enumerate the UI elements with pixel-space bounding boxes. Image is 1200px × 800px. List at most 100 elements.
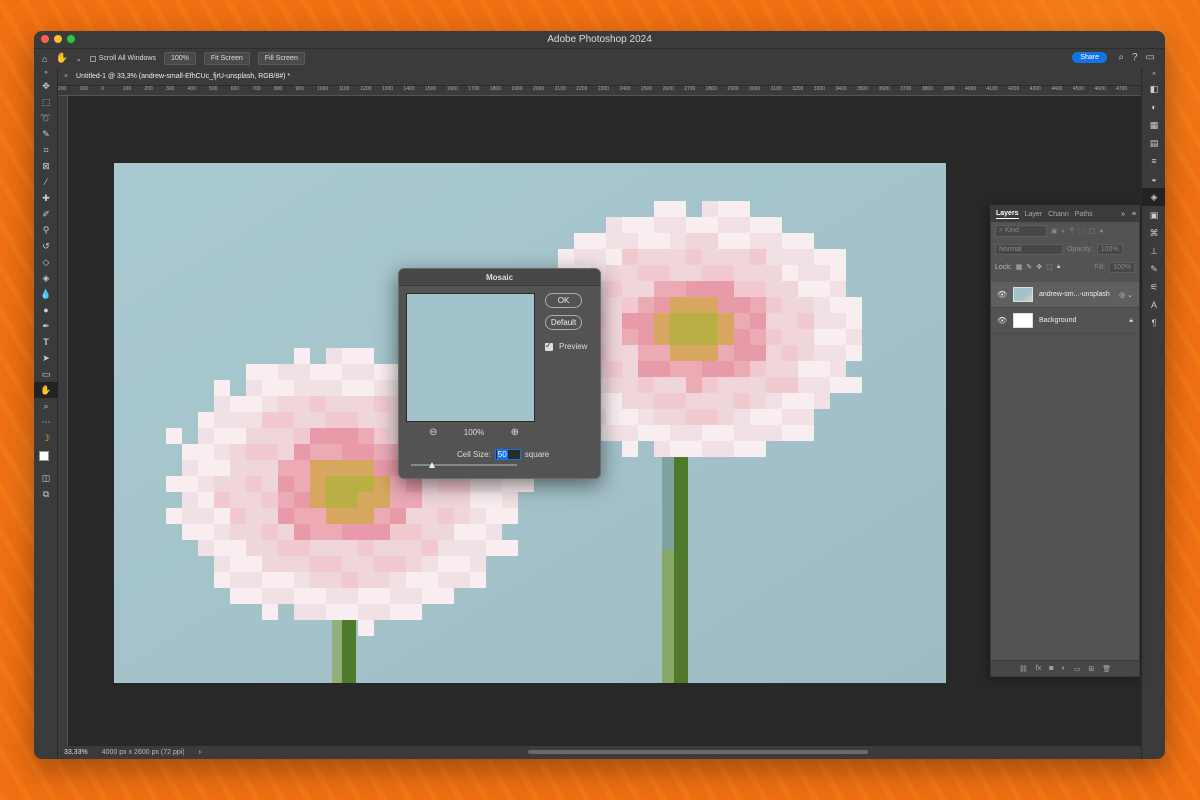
search-icon[interactable]: ⌕: [1118, 52, 1124, 63]
tab-paths[interactable]: Paths: [1075, 211, 1093, 218]
filter-shape-icon[interactable]: ⬚: [1078, 227, 1085, 235]
close-tab-icon[interactable]: ×: [64, 73, 68, 80]
crop-tool-icon[interactable]: ⌗: [34, 142, 58, 158]
screen-mode-icon[interactable]: ⧉: [34, 486, 58, 502]
color-panel-icon[interactable]: ◐: [1142, 98, 1165, 116]
layer-item[interactable]: 👁︎ Background 🔒︎: [991, 308, 1139, 334]
zoom-tool-icon[interactable]: ⌕: [34, 398, 58, 414]
generative-icon[interactable]: ☽: [34, 430, 58, 446]
color-swatches-icon[interactable]: [34, 446, 58, 470]
blur-tool-icon[interactable]: 💧: [34, 286, 58, 302]
swatches-icon[interactable]: ▦: [1142, 116, 1165, 134]
brushes-icon[interactable]: ✎: [1142, 260, 1165, 278]
link-layers-icon[interactable]: ⛓: [1019, 665, 1028, 673]
workspace-icon[interactable]: ▭: [1146, 52, 1155, 63]
eraser-tool-icon[interactable]: ◇: [34, 254, 58, 270]
fit-screen-button[interactable]: Fit Screen: [203, 52, 250, 65]
eyedropper-tool-icon[interactable]: ⁄: [34, 174, 58, 190]
filter-smart-icon[interactable]: ▢: [1089, 227, 1096, 235]
tab-layer-comps[interactable]: Layer: [1025, 211, 1043, 218]
transform-icon[interactable]: ⟂: [1142, 242, 1165, 260]
scroll-all-windows-checkbox[interactable]: Scroll All Windows: [89, 55, 156, 62]
kind-filter[interactable]: ⌕ Kind: [995, 225, 1047, 237]
document-tab[interactable]: × Untitled-1 @ 33,3% (andrew-small-EfhCU…: [58, 68, 1141, 86]
hand-tool-icon[interactable]: ✋: [55, 53, 67, 64]
frame-tool-icon[interactable]: ⊠: [34, 158, 58, 174]
layers-panel-icon[interactable]: ◈: [1142, 188, 1165, 206]
visibility-eye-icon[interactable]: 👁︎: [997, 290, 1007, 299]
paths-icon[interactable]: ⌘: [1142, 224, 1165, 242]
brush-tool-icon[interactable]: ✐: [34, 206, 58, 222]
zoom-level[interactable]: 33,33%: [64, 749, 88, 756]
paint-bucket-tool-icon[interactable]: ◈: [34, 270, 58, 286]
channels-icon[interactable]: ▣: [1142, 206, 1165, 224]
styles-icon[interactable]: ◒: [1142, 170, 1165, 188]
filter-adjustment-icon[interactable]: ◐: [1062, 228, 1066, 235]
adjustment-layer-icon[interactable]: ◐: [1061, 665, 1065, 672]
preview-checkbox[interactable]: Preview: [545, 341, 587, 351]
tab-channels[interactable]: Chann: [1048, 211, 1069, 218]
home-icon[interactable]: ⌂: [42, 54, 47, 64]
filter-preview[interactable]: [406, 293, 535, 422]
dodge-tool-icon[interactable]: ●: [34, 302, 58, 318]
add-mask-icon[interactable]: ◙: [1049, 665, 1053, 672]
layer-item[interactable]: 👁︎ andrew-sm...-unsplash ◎ ⌄: [991, 282, 1139, 308]
default-button[interactable]: Default: [545, 315, 582, 330]
layer-style-icon[interactable]: fx: [1036, 665, 1041, 672]
tab-layers[interactable]: Layers: [996, 210, 1019, 219]
character-icon[interactable]: A: [1142, 296, 1165, 314]
close-window-button[interactable]: [41, 35, 49, 43]
collapse-icon[interactable]: »: [34, 68, 58, 78]
lock-artboard-icon[interactable]: ⬚: [1046, 263, 1053, 271]
delete-layer-icon[interactable]: 🗑︎: [1102, 665, 1111, 673]
quick-mask-icon[interactable]: ◫: [34, 470, 58, 486]
libraries-icon[interactable]: ▤: [1142, 134, 1165, 152]
smart-filter-icon[interactable]: ◎ ⌄: [1119, 291, 1133, 299]
zoom-in-icon[interactable]: ⊕: [511, 427, 519, 438]
filter-toggle-icon[interactable]: ●: [1099, 228, 1103, 235]
new-group-icon[interactable]: ▭: [1074, 665, 1081, 673]
minimize-window-button[interactable]: [54, 35, 62, 43]
history-brush-tool-icon[interactable]: ↺: [34, 238, 58, 254]
opacity-field[interactable]: 100%: [1096, 243, 1123, 255]
rectangle-tool-icon[interactable]: ▭: [34, 366, 58, 382]
zoom-100-button[interactable]: 100%: [163, 52, 196, 65]
new-layer-icon[interactable]: ⊞: [1088, 665, 1094, 673]
brush-settings-icon[interactable]: ⚟: [1142, 278, 1165, 296]
move-tool-icon[interactable]: ✥: [34, 78, 58, 94]
fill-screen-button[interactable]: Fill Screen: [257, 52, 305, 65]
filter-pixel-icon[interactable]: ▣: [1051, 227, 1058, 235]
status-arrow-icon[interactable]: ›: [199, 749, 201, 756]
help-icon[interactable]: ?: [1132, 52, 1138, 63]
lock-pixels-icon[interactable]: ✎: [1026, 263, 1032, 271]
paragraph-icon[interactable]: ¶: [1142, 314, 1165, 332]
share-button[interactable]: Share: [1072, 52, 1107, 63]
edit-toolbar-icon[interactable]: ⋯: [34, 414, 58, 430]
lock-position-icon[interactable]: ✥: [1036, 263, 1042, 271]
pen-tool-icon[interactable]: ✒: [34, 318, 58, 334]
hand-tool-icon[interactable]: ✋: [34, 382, 58, 398]
marquee-tool-icon[interactable]: ⬚: [34, 94, 58, 110]
properties-icon[interactable]: ◧: [1142, 80, 1165, 98]
cell-size-slider[interactable]: [411, 462, 517, 468]
visibility-eye-icon[interactable]: 👁︎: [997, 316, 1007, 325]
maximize-window-button[interactable]: [67, 35, 75, 43]
chevron-down-icon[interactable]: ⌄: [76, 55, 82, 63]
lock-transparency-icon[interactable]: ▦: [1016, 263, 1023, 271]
lock-icon[interactable]: 🔒︎: [1129, 317, 1133, 325]
cell-size-input[interactable]: 50: [494, 449, 521, 460]
canvas-area[interactable]: [68, 96, 1141, 748]
filter-type-icon[interactable]: T: [1070, 228, 1074, 235]
lasso-tool-icon[interactable]: ➰: [34, 110, 58, 126]
slider-thumb[interactable]: [429, 462, 436, 468]
zoom-out-icon[interactable]: ⊖: [429, 427, 437, 438]
healing-brush-tool-icon[interactable]: ✚: [34, 190, 58, 206]
panel-menu-icon[interactable]: ≡: [1132, 211, 1136, 218]
type-tool-icon[interactable]: T: [34, 334, 58, 350]
adjustments-icon[interactable]: ≡: [1142, 152, 1165, 170]
more-tabs-icon[interactable]: »: [1121, 211, 1125, 218]
lock-all-icon[interactable]: 🔒︎: [1057, 263, 1061, 271]
quick-selection-tool-icon[interactable]: ✎: [34, 126, 58, 142]
ok-button[interactable]: OK: [545, 293, 582, 308]
path-selection-tool-icon[interactable]: ➤: [34, 350, 58, 366]
